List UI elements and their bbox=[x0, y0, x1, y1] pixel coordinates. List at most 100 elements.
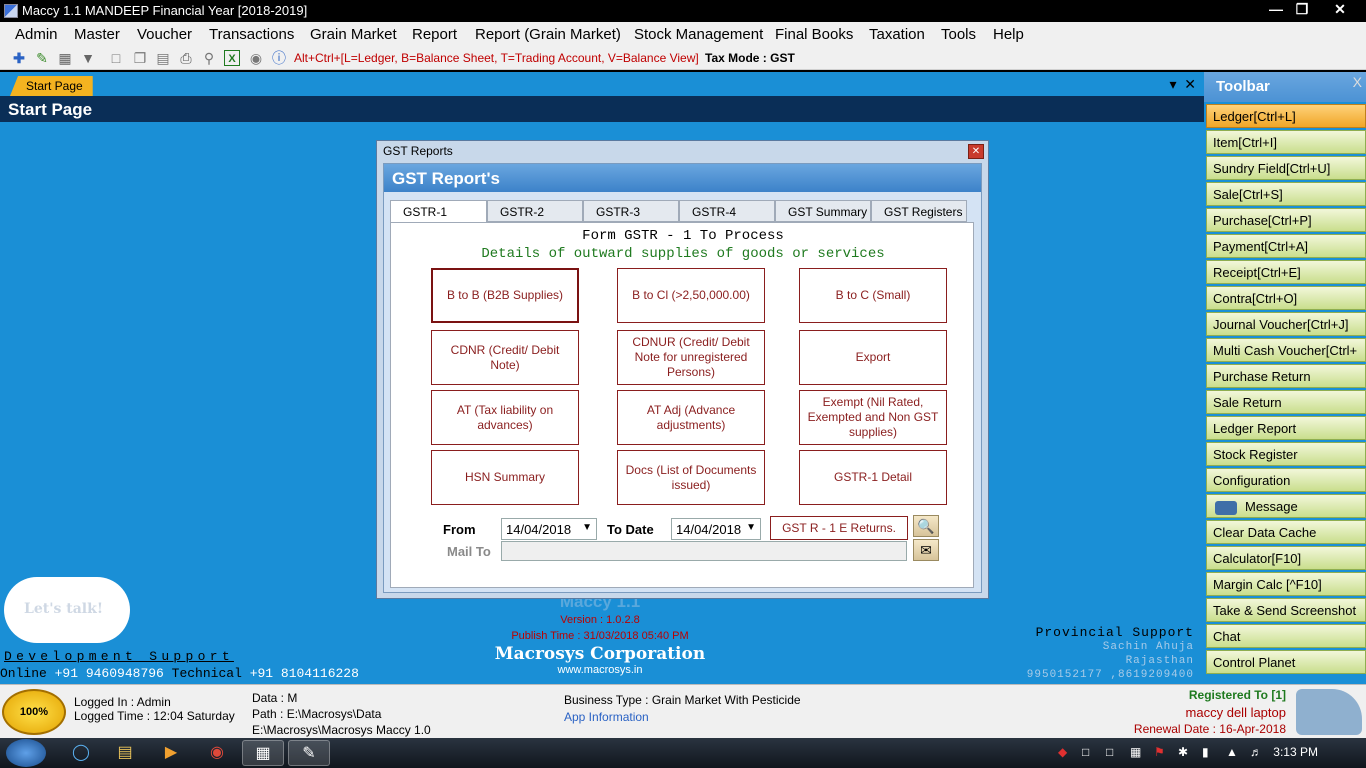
toolbar-item-sundry-field[interactable]: Sundry Field[Ctrl+U] bbox=[1206, 156, 1366, 180]
tab-close-icon[interactable]: ✕ bbox=[1184, 76, 1196, 92]
menu-report[interactable]: Report bbox=[412, 26, 457, 43]
search-icon[interactable]: 🔍 bbox=[913, 515, 939, 537]
logged-time: Logged Time : 12:04 Saturday bbox=[74, 709, 235, 723]
tray-window-icon-2[interactable]: □ bbox=[1106, 745, 1113, 759]
print-icon[interactable]: ⎙ bbox=[178, 50, 194, 66]
menu-report-grain-market[interactable]: Report (Grain Market) bbox=[475, 26, 621, 43]
at-adj-button[interactable]: AT Adj (Advance adjustments) bbox=[617, 390, 765, 445]
toolbar-item-multi-cash-voucher[interactable]: Multi Cash Voucher[Ctrl+ bbox=[1206, 338, 1366, 362]
gstr1-e-returns-button[interactable]: GST R - 1 E Returns. bbox=[770, 516, 908, 540]
toolbar-item-purchase-return[interactable]: Purchase Return bbox=[1206, 364, 1366, 388]
menu-tools[interactable]: Tools bbox=[941, 26, 976, 43]
toolbar-item-chat[interactable]: Chat bbox=[1206, 624, 1366, 648]
data-path: Path : E:\Macrosys\Data bbox=[252, 707, 382, 721]
toolbar-item-control-planet[interactable]: Control Planet bbox=[1206, 650, 1366, 674]
from-date-picker[interactable]: 14/04/2018 ▼ bbox=[501, 518, 597, 540]
tab-gstr-4[interactable]: GSTR-4 bbox=[679, 200, 775, 222]
tab-gst-registers[interactable]: GST Registers bbox=[871, 200, 967, 222]
menu-final-books[interactable]: Final Books bbox=[775, 26, 853, 43]
toolbar-item-sale[interactable]: Sale[Ctrl+S] bbox=[1206, 182, 1366, 206]
edit-icon[interactable]: ✎ bbox=[34, 50, 50, 66]
toolbar-item-ledger[interactable]: Ledger[Ctrl+L] bbox=[1206, 104, 1366, 128]
toolbar-item-item[interactable]: Item[Ctrl+I] bbox=[1206, 130, 1366, 154]
toolbar-item-calculator[interactable]: Calculator[F10] bbox=[1206, 546, 1366, 570]
file-explorer-icon[interactable]: ▤ bbox=[104, 740, 146, 766]
help-icon[interactable]: ⓘ bbox=[271, 50, 287, 66]
new-document-icon[interactable]: □ bbox=[108, 50, 124, 66]
volume-icon[interactable]: ♬ bbox=[1250, 745, 1262, 759]
calculator-icon[interactable]: ▦ bbox=[57, 50, 73, 66]
toolbar-item-stock-register[interactable]: Stock Register bbox=[1206, 442, 1366, 466]
toolbar-item-purchase[interactable]: Purchase[Ctrl+P] bbox=[1206, 208, 1366, 232]
cdnr-button[interactable]: CDNR (Credit/ Debit Note) bbox=[431, 330, 579, 385]
menu-help[interactable]: Help bbox=[993, 26, 1024, 43]
toolbar-item-journal-voucher[interactable]: Journal Voucher[Ctrl+J] bbox=[1206, 312, 1366, 336]
add-icon[interactable]: ✚ bbox=[11, 50, 27, 66]
send-mail-icon[interactable]: ✉ bbox=[913, 539, 939, 561]
tab-gstr-2[interactable]: GSTR-2 bbox=[487, 200, 583, 222]
copy-icon[interactable]: ❐ bbox=[132, 50, 148, 66]
docs-button[interactable]: Docs (List of Documents issued) bbox=[617, 450, 765, 505]
chrome-icon[interactable]: ◉ bbox=[196, 740, 238, 766]
menu-transactions[interactable]: Transactions bbox=[209, 26, 294, 43]
b2c-small-button[interactable]: B to C (Small) bbox=[799, 268, 947, 323]
lets-talk-bubble[interactable]: Let's talk! bbox=[4, 577, 130, 643]
power-icon[interactable]: ▮ bbox=[1202, 745, 1209, 759]
b2cl-button[interactable]: B to Cl (>2,50,000.00) bbox=[617, 268, 765, 323]
toolbar-item-ledger-report[interactable]: Ledger Report bbox=[1206, 416, 1366, 440]
export-button[interactable]: Export bbox=[799, 330, 947, 385]
maccy-app-icon[interactable]: ▦ bbox=[242, 740, 284, 766]
close-button[interactable]: ✕ bbox=[1324, 0, 1356, 20]
paint-icon[interactable]: ✎ bbox=[288, 740, 330, 766]
tab-gstr-3[interactable]: GSTR-3 bbox=[583, 200, 679, 222]
network-tray-icon[interactable]: ▦ bbox=[1130, 745, 1141, 759]
to-date-picker[interactable]: 14/04/2018 ▼ bbox=[671, 518, 761, 540]
development-support-link[interactable]: Development Support bbox=[4, 649, 234, 664]
minimize-button[interactable]: — bbox=[1262, 0, 1290, 20]
toolbar-item-clear-data-cache[interactable]: Clear Data Cache bbox=[1206, 520, 1366, 544]
maximize-button[interactable]: ❐ bbox=[1288, 0, 1316, 20]
toolbar-item-take-send-screenshot[interactable]: Take & Send Screenshot bbox=[1206, 598, 1366, 622]
tab-gstr-1[interactable]: GSTR-1 bbox=[390, 200, 487, 224]
toolbar-item-payment[interactable]: Payment[Ctrl+A] bbox=[1206, 234, 1366, 258]
toolbar-item-sale-return[interactable]: Sale Return bbox=[1206, 390, 1366, 414]
antivirus-tray-icon[interactable]: ◆ bbox=[1058, 745, 1067, 759]
media-player-icon[interactable]: ▶ bbox=[150, 740, 192, 766]
bluetooth-icon[interactable]: ✱ bbox=[1178, 745, 1188, 759]
app-information-link[interactable]: App Information bbox=[564, 710, 649, 724]
start-button[interactable] bbox=[6, 739, 46, 767]
menu-grain-market[interactable]: Grain Market bbox=[310, 26, 397, 43]
signal-icon[interactable]: ▲ bbox=[1226, 745, 1238, 759]
menu-taxation[interactable]: Taxation bbox=[869, 26, 925, 43]
toolbar-item-receipt[interactable]: Receipt[Ctrl+E] bbox=[1206, 260, 1366, 284]
dialog-close-button[interactable]: ✕ bbox=[968, 144, 984, 159]
exempt-button[interactable]: Exempt (Nil Rated, Exempted and Non GST … bbox=[799, 390, 947, 445]
menu-master[interactable]: Master bbox=[74, 26, 120, 43]
toolbar-item-margin-calc[interactable]: Margin Calc [^F10] bbox=[1206, 572, 1366, 596]
filter-icon[interactable]: ▼ bbox=[80, 50, 96, 66]
website-link[interactable]: www.macrosys.in bbox=[440, 664, 760, 676]
tray-window-icon[interactable]: □ bbox=[1082, 745, 1089, 759]
toolbar-close-icon[interactable]: X bbox=[1353, 74, 1362, 90]
doc-tab-start-page[interactable]: Start Page bbox=[10, 76, 93, 96]
excel-icon[interactable]: X bbox=[224, 50, 240, 66]
toolbar-item-contra[interactable]: Contra[Ctrl+O] bbox=[1206, 286, 1366, 310]
internet-explorer-icon[interactable]: ◯ bbox=[60, 740, 102, 766]
b2b-supplies-button[interactable]: B to B (B2B Supplies) bbox=[431, 268, 579, 323]
mail-to-input[interactable] bbox=[501, 541, 907, 561]
paste-icon[interactable]: ▤ bbox=[155, 50, 171, 66]
gstr1-detail-button[interactable]: GSTR-1 Detail bbox=[799, 450, 947, 505]
tab-gst-summary[interactable]: GST Summary bbox=[775, 200, 871, 222]
toolbar-item-configuration[interactable]: Configuration bbox=[1206, 468, 1366, 492]
cdnur-button[interactable]: CDNUR (Credit/ Debit Note for unregister… bbox=[617, 330, 765, 385]
menu-admin[interactable]: Admin bbox=[15, 26, 58, 43]
tab-dropdown-icon[interactable]: ▾ bbox=[1169, 76, 1176, 92]
at-tax-liability-button[interactable]: AT (Tax liability on advances) bbox=[431, 390, 579, 445]
toolbar-item-message[interactable]: Message bbox=[1206, 494, 1366, 518]
menu-voucher[interactable]: Voucher bbox=[137, 26, 192, 43]
hsn-summary-button[interactable]: HSN Summary bbox=[431, 450, 579, 505]
globe-icon[interactable]: ◉ bbox=[248, 50, 264, 66]
menu-stock-management[interactable]: Stock Management bbox=[634, 26, 763, 43]
flag-tray-icon[interactable]: ⚑ bbox=[1154, 745, 1165, 759]
print-preview-icon[interactable]: ⚲ bbox=[201, 50, 217, 66]
